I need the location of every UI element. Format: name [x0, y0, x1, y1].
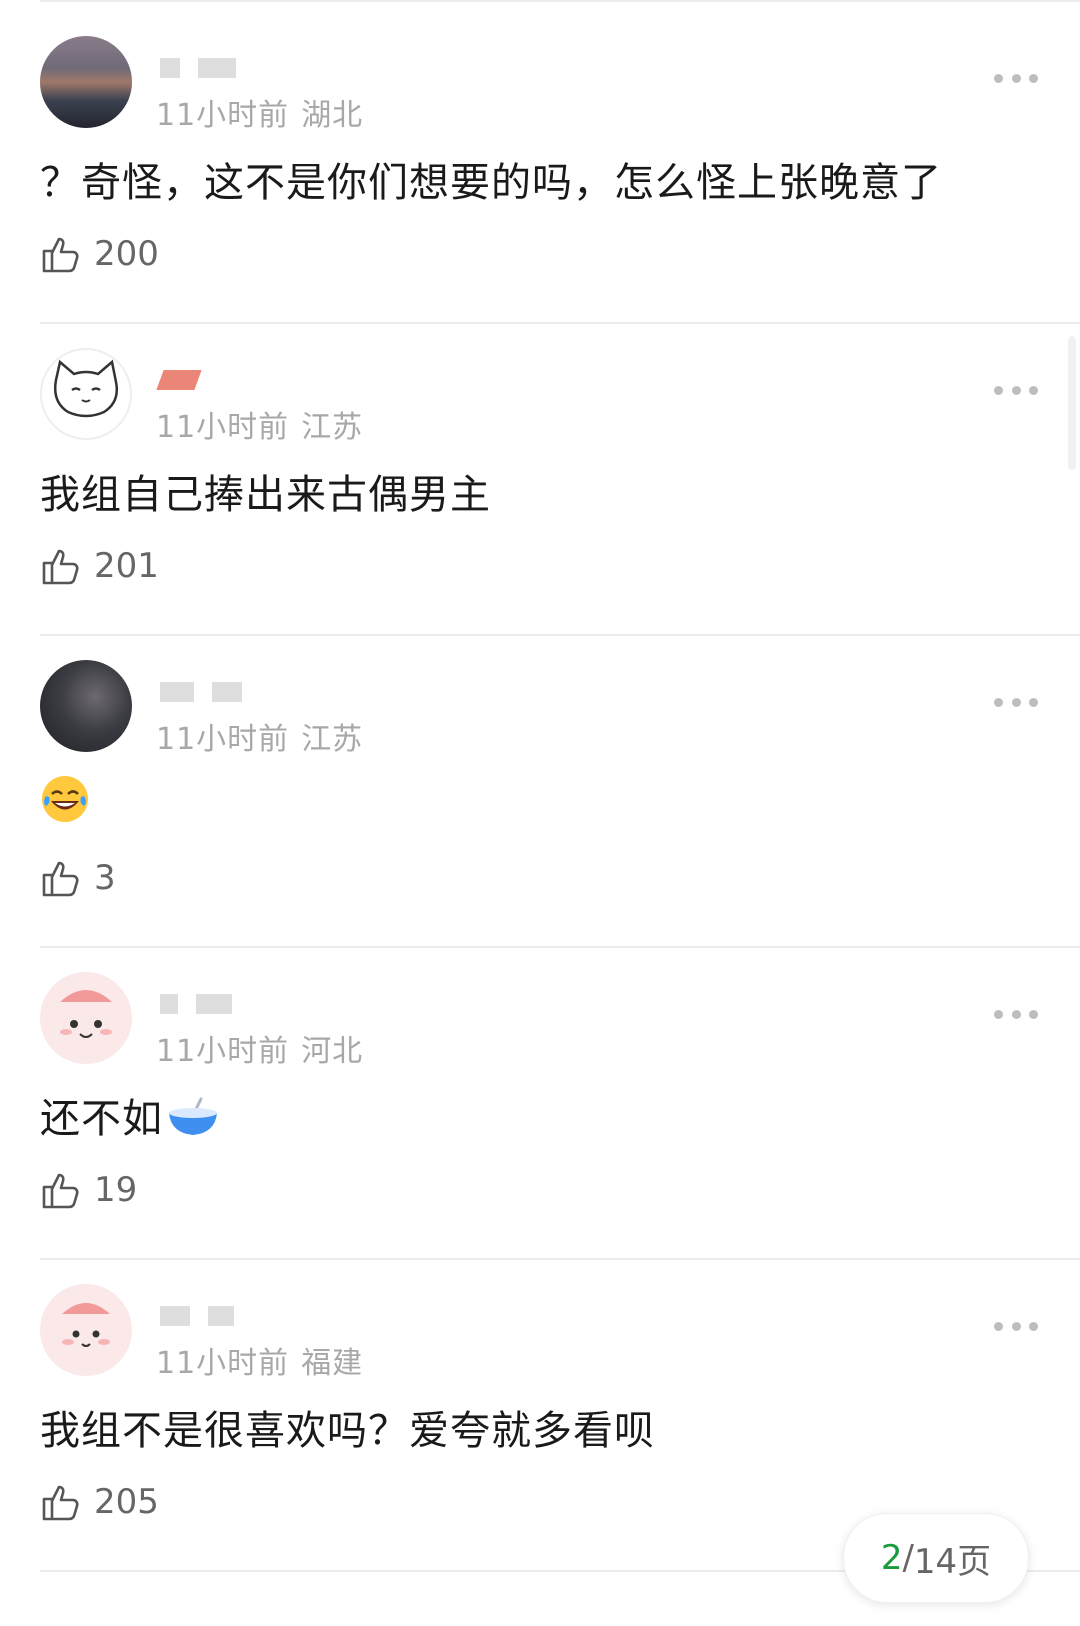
comment-text-content: 还不如 — [40, 1096, 163, 1142]
comment-time: 11小时前 — [156, 98, 290, 133]
like-button[interactable]: 201 — [40, 544, 159, 588]
comment-meta: 11小时前 福建 — [156, 1338, 363, 1382]
avatar[interactable] — [40, 972, 132, 1064]
thumbs-up-icon — [42, 549, 79, 585]
more-options-icon[interactable] — [994, 382, 1038, 398]
comment-item: 11小时前 河北 还不如 19 — [0, 936, 1080, 1260]
comment-location: 江苏 — [301, 722, 364, 757]
avatar[interactable] — [40, 1284, 132, 1376]
comment-text: 我组自己捧出来古偶男主 — [40, 472, 491, 518]
like-count: 201 — [94, 546, 159, 586]
thumbs-up-icon — [42, 237, 79, 273]
username-blurred[interactable] — [160, 682, 242, 702]
like-button[interactable]: 19 — [40, 1168, 137, 1212]
username-blurred[interactable] — [160, 1306, 234, 1326]
comment-item: 11小时前 江苏 我组自己捧出来古偶男主 201 — [0, 312, 1080, 636]
comment-list-page: 11小时前 湖北 ？奇怪，这不是你们想要的吗，怎么怪上张晚意了 200 11小时前… — [0, 0, 1080, 1626]
bowl-emoji-icon — [169, 1097, 217, 1135]
username-blurred[interactable] — [156, 370, 202, 390]
more-options-icon[interactable] — [994, 694, 1038, 710]
avatar[interactable] — [40, 348, 132, 440]
like-button[interactable]: 205 — [40, 1480, 159, 1524]
like-count: 19 — [94, 1170, 138, 1210]
like-count: 3 — [94, 858, 116, 898]
more-options-icon[interactable] — [994, 1006, 1038, 1022]
comment-text: 我组不是很喜欢吗？爱夸就多看呗 — [40, 1408, 655, 1454]
avatar[interactable] — [40, 660, 132, 752]
more-options-icon[interactable] — [994, 70, 1038, 86]
cute-character-avatar-icon — [60, 990, 112, 1038]
cat-avatar-icon — [54, 359, 118, 418]
page-separator: / — [902, 1538, 914, 1578]
like-count: 200 — [94, 234, 159, 274]
like-button[interactable]: 200 — [40, 232, 159, 276]
comment-meta: 11小时前 江苏 — [156, 402, 363, 446]
comment-location: 福建 — [301, 1346, 364, 1381]
comment-text: ？奇怪，这不是你们想要的吗，怎么怪上张晚意了 — [40, 160, 942, 206]
comment-time: 11小时前 — [156, 722, 290, 757]
comment-time: 11小时前 — [156, 1034, 290, 1069]
comment-item: 11小时前 江苏 3 — [0, 624, 1080, 948]
comment-location: 河北 — [301, 1034, 364, 1069]
cute-character-avatar-icon — [62, 1303, 110, 1347]
username-blurred[interactable] — [160, 58, 236, 78]
like-button[interactable]: 3 — [40, 856, 116, 900]
comment-text: 还不如 — [40, 1086, 219, 1144]
comment-meta: 11小时前 湖北 — [156, 90, 363, 134]
avatar[interactable] — [40, 36, 132, 128]
total-pages: 14页 — [913, 1541, 992, 1582]
thumbs-up-icon — [42, 1485, 79, 1521]
thumbs-up-icon — [42, 1173, 79, 1209]
page-indicator[interactable]: 2/14页 — [843, 1513, 1029, 1603]
comment-meta: 11小时前 河北 — [156, 1026, 363, 1070]
like-count: 205 — [94, 1482, 159, 1522]
username-blurred[interactable] — [160, 994, 232, 1014]
current-page: 2 — [880, 1538, 903, 1578]
more-options-icon[interactable] — [994, 1318, 1038, 1334]
comment-location: 江苏 — [301, 410, 364, 445]
comment-location: 湖北 — [301, 98, 364, 133]
comment-time: 11小时前 — [156, 410, 290, 445]
comment-text — [40, 774, 90, 824]
comment-item: 11小时前 湖北 ？奇怪，这不是你们想要的吗，怎么怪上张晚意了 200 — [0, 0, 1080, 324]
comment-meta: 11小时前 江苏 — [156, 714, 363, 758]
thumbs-up-icon — [42, 861, 79, 897]
comment-time: 11小时前 — [156, 1346, 290, 1381]
laughing-crying-emoji-icon — [42, 776, 88, 822]
